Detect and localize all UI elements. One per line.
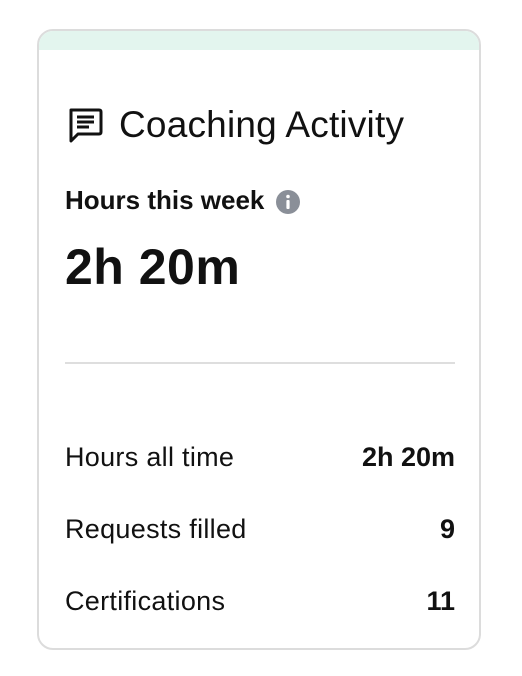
hours-this-week-label: Hours this week: [65, 185, 265, 215]
message-square-icon: [65, 105, 105, 145]
divider: [65, 362, 455, 364]
hours-this-week-value: 2h 20m: [65, 239, 241, 295]
week-label-row: Hours this week: [65, 184, 301, 216]
stat-value: 11: [426, 585, 455, 616]
stat-value: 9: [439, 513, 455, 544]
stat-row-certifications: Certifications 11: [65, 565, 455, 637]
card-header: Coaching Activity: [65, 105, 404, 145]
coaching-activity-card: Coaching Activity Hours this week 2h 20m…: [37, 29, 481, 650]
stat-label: Certifications: [65, 585, 226, 616]
stats-list: Hours all time 2h 20m Requests filled 9 …: [65, 421, 455, 637]
stat-row-hours-all-time: Hours all time 2h 20m: [65, 421, 455, 493]
stat-label: Requests filled: [65, 513, 247, 544]
card-title: Coaching Activity: [119, 104, 405, 145]
stat-row-requests-filled: Requests filled 9: [65, 493, 455, 565]
info-icon[interactable]: [276, 190, 301, 214]
stat-label: Hours all time: [65, 441, 235, 472]
stat-value: 2h 20m: [361, 441, 455, 472]
card-accent-bar: [39, 31, 479, 50]
